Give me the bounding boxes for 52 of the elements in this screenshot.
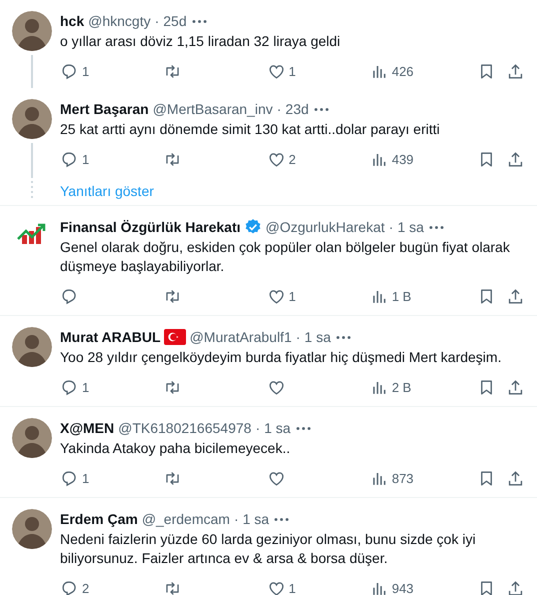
count: 1 xyxy=(82,380,90,394)
post-text: 25 kat artti aynı dönemde simit 130 kat artti..dolar parayı eritti xyxy=(60,120,441,139)
count: 1 xyxy=(288,64,296,78)
count: 2 B xyxy=(392,380,412,394)
separator-dot: · xyxy=(296,329,300,345)
post-text: Genel olarak doğru, eskiden çok popüler olan bölgeler bugün fiyat olarak düşmeye başlayabiliyorlar. xyxy=(60,238,511,276)
count: 439 xyxy=(392,152,414,166)
avatar[interactable] xyxy=(12,11,52,51)
user-handle[interactable]: @OzgurlukHarekat xyxy=(266,219,385,235)
user-name[interactable]: X@MEN xyxy=(60,420,114,436)
timestamp[interactable]: 1 sa xyxy=(264,420,291,436)
user-handle[interactable]: @_erdemcam xyxy=(142,511,230,527)
timestamp[interactable]: 1 sa xyxy=(397,219,424,235)
timestamp[interactable]: 23d xyxy=(285,101,309,117)
count: 1 xyxy=(288,288,296,304)
user-name[interactable]: Erdem Çam xyxy=(60,511,138,527)
separator-dot: · xyxy=(234,511,239,527)
avatar[interactable] xyxy=(12,327,52,367)
count: 943 xyxy=(392,580,414,595)
avatar[interactable] xyxy=(12,509,52,549)
count: 426 xyxy=(392,64,414,78)
user-name[interactable]: Murat ARABUL xyxy=(60,329,161,345)
count: 2 xyxy=(288,152,296,166)
user-name[interactable]: Mert Başaran xyxy=(60,101,149,117)
count: 1 xyxy=(288,580,296,595)
post-text: Nedeni faizlerin yüzde 60 larda geziniyor olması, bunu sizde çok iyi biliyorsunuz. Faizler artınca ev & arsa & borsa düşer. xyxy=(60,530,477,568)
count: 1 xyxy=(82,152,90,166)
user-handle[interactable]: @TK6180216654978 xyxy=(118,420,252,436)
avatar[interactable] xyxy=(12,418,52,458)
user-name[interactable]: hck xyxy=(60,13,84,29)
separator-dot: · xyxy=(154,13,160,29)
separator-dot: · xyxy=(255,420,260,436)
user-handle[interactable]: @MuratArabulf1 xyxy=(190,329,292,345)
timestamp[interactable]: 1 sa xyxy=(242,511,270,527)
separator-dot: · xyxy=(388,219,394,235)
verified-icon xyxy=(244,218,262,236)
avatar[interactable] xyxy=(12,99,52,139)
count: 1 B xyxy=(392,288,412,304)
post-text: Yoo 28 yıldır çengelköydeyim burda fiyatlar hiç düşmedi Mert kardeşim. xyxy=(60,348,502,367)
user-handle[interactable]: @MertBasaran_inv xyxy=(152,101,273,117)
user-handle[interactable]: @hkncgty xyxy=(88,13,151,29)
timestamp[interactable]: 25d xyxy=(163,13,187,29)
count: 2 xyxy=(82,580,90,595)
count: 1 xyxy=(82,470,90,486)
user-name[interactable]: Finansal Özgürlük Harekatı xyxy=(60,219,240,235)
timestamp[interactable]: 1 sa xyxy=(304,329,331,345)
count: 1 xyxy=(82,64,90,78)
separator-dot: · xyxy=(276,101,282,117)
count: 873 xyxy=(392,470,414,486)
turkish-flag-icon xyxy=(164,329,186,345)
post-text: o yıllar arası döviz 1,15 liradan 32 liraya geldi xyxy=(60,32,342,51)
post-text: Yakinda Atakoy paha bicilemeyecek.. xyxy=(60,439,292,458)
